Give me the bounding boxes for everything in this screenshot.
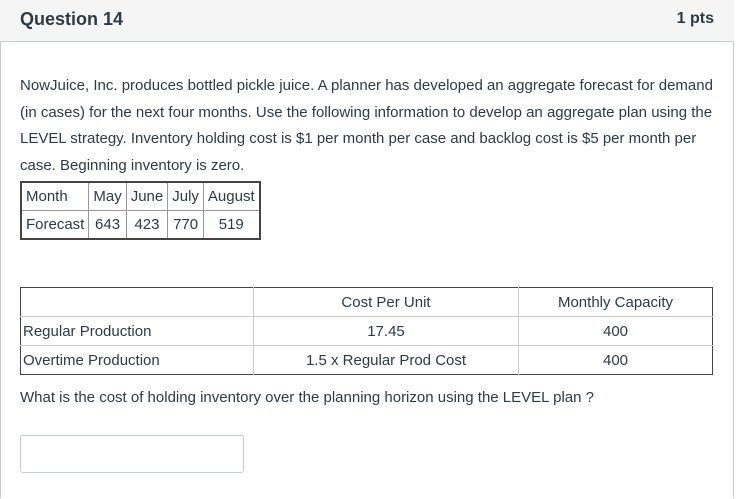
table-cell: July: [167, 181, 204, 211]
table-cell: Regular Production: [20, 316, 254, 346]
table-header-cost-per-unit: Cost Per Unit: [253, 287, 519, 317]
question-title: Question 14: [20, 9, 124, 29]
table-cell: 400: [518, 316, 713, 346]
table-cell: [20, 287, 254, 317]
table-cell: 17.45: [253, 316, 519, 346]
table-cell: 643: [88, 210, 127, 240]
forecast-table: Month May June July August Forecast 643 …: [20, 181, 261, 240]
table-row: Regular Production 17.45 400: [20, 316, 713, 346]
cost-table: Cost Per Unit Monthly Capacity Regular P…: [20, 287, 713, 375]
table-row: Forecast 643 423 770 519: [20, 210, 261, 240]
table-cell: August: [202, 181, 261, 211]
table-header-monthly-capacity: Monthly Capacity: [557, 293, 674, 311]
table-cell: May: [88, 181, 127, 211]
table-cell: 423: [125, 210, 169, 240]
table-row: Overtime Production 1.5 x Regular Prod C…: [20, 345, 713, 375]
table-cell: Overtime Production: [20, 345, 254, 375]
question-prompt: NowJuice, Inc. produces bottled pickle j…: [20, 77, 713, 174]
table-cell: Forecast: [20, 210, 90, 240]
table-row: Month May June July August: [20, 181, 261, 211]
table-cell: Month: [20, 181, 90, 211]
table-cell: 1.5 x Regular Prod Cost: [253, 345, 519, 375]
table-row: Cost Per Unit Monthly Capacity: [20, 287, 713, 317]
table-cell: June: [125, 181, 169, 211]
question-header: Question 14 1 pts: [0, 0, 734, 42]
answer-input[interactable]: [20, 435, 244, 473]
table-cell: 519: [202, 210, 261, 240]
table-cell: 770: [167, 210, 204, 240]
question-text: What is the cost of holding inventory ov…: [20, 389, 594, 406]
table-cell: 400: [518, 345, 713, 375]
question-points: 1 pts: [676, 10, 714, 27]
